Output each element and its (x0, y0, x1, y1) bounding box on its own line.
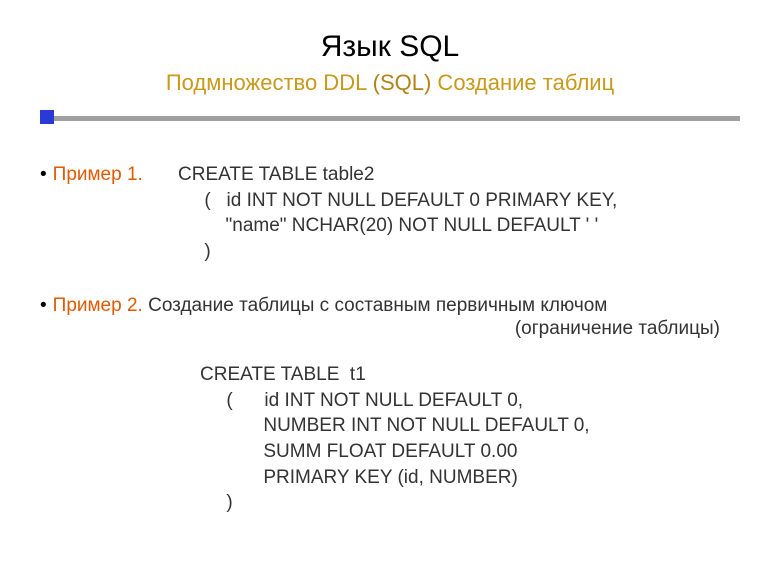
example2-desc: Создание таблицы с составным первичным к… (143, 295, 608, 316)
slide-subtitle: Подмножество DDL (SQL) Создание таблиц (0, 70, 780, 96)
subtitle-prefix: Подмножество DDL (166, 70, 373, 95)
example1-code: CREATE TABLE table2 ( id INT NOT NULL DE… (178, 162, 780, 265)
subtitle-paren: (SQL) (373, 70, 432, 95)
example1-label: Пример 1. (53, 164, 143, 185)
example2-heading: • Пример 2. Создание таблицы с составным … (40, 293, 740, 319)
divider-line (40, 116, 740, 121)
example2-note: (ограничение таблицы) (0, 318, 720, 340)
subtitle-suffix: Создание таблиц (431, 70, 614, 95)
bullet-icon: • (40, 164, 47, 185)
divider (40, 110, 740, 124)
slide-title: Язык SQL (0, 30, 780, 64)
example2-code: CREATE TABLE t1 ( id INT NOT NULL DEFAUL… (200, 362, 780, 516)
example2-label: Пример 2. (53, 295, 143, 316)
divider-square-icon (40, 110, 54, 124)
bullet-icon: • (40, 295, 47, 316)
